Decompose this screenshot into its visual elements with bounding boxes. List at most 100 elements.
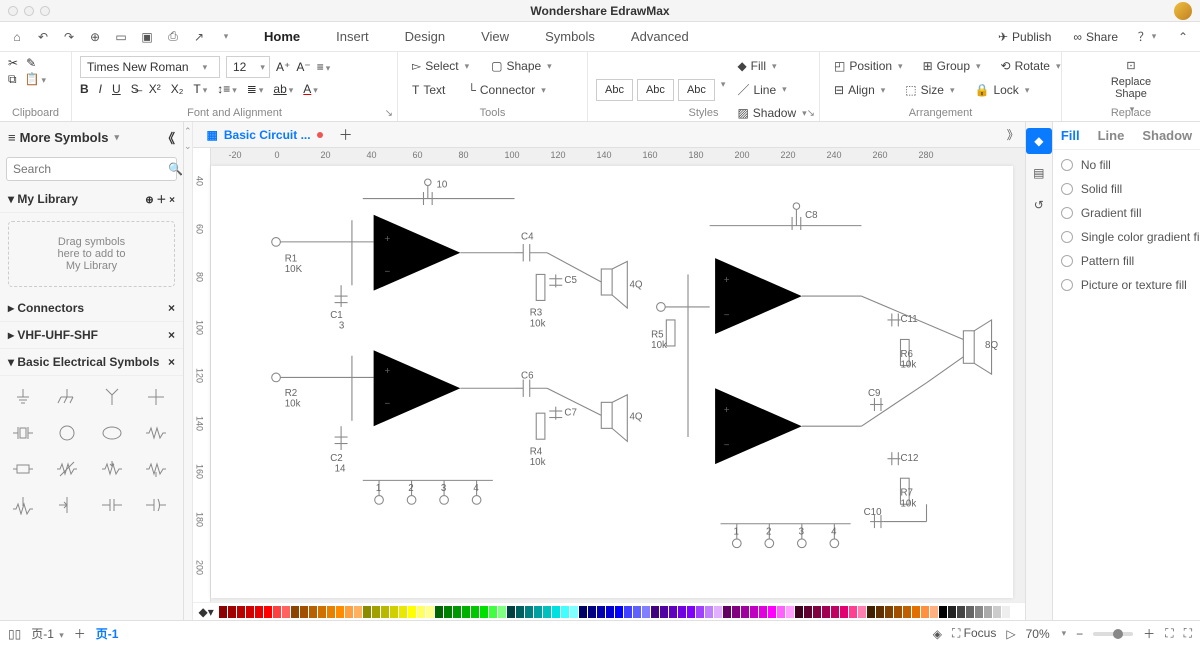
color-swatch[interactable] xyxy=(831,606,839,618)
shape-tool[interactable]: ▢ Shape▾ xyxy=(485,56,558,76)
fill-tool-icon[interactable]: ◆ xyxy=(1026,128,1052,154)
color-swatch[interactable] xyxy=(696,606,704,618)
position-button[interactable]: ◰ Position▾ xyxy=(828,56,909,76)
more-symbols-button[interactable]: More Symbols xyxy=(20,130,109,145)
color-swatch[interactable] xyxy=(489,606,497,618)
color-swatch[interactable] xyxy=(975,606,983,618)
strike-icon[interactable]: S̶ xyxy=(131,82,139,96)
add-page-icon[interactable]: ＋ xyxy=(74,625,86,642)
color-swatch[interactable] xyxy=(516,606,524,618)
color-swatch[interactable] xyxy=(336,606,344,618)
tab-home[interactable]: Home xyxy=(246,22,318,51)
symbol-preset[interactable] xyxy=(6,490,40,520)
color-swatch[interactable] xyxy=(732,606,740,618)
color-swatch[interactable] xyxy=(633,606,641,618)
color-swatch[interactable] xyxy=(741,606,749,618)
symbol-resistor-box[interactable] xyxy=(6,454,40,484)
history-icon[interactable]: ↺ xyxy=(1026,192,1052,218)
home-icon[interactable]: ⌂ xyxy=(4,24,30,50)
color-swatch[interactable] xyxy=(417,606,425,618)
shadow-button[interactable]: ▨ Shadow▾ xyxy=(731,103,812,123)
align-button[interactable]: ⊟ Align▾ xyxy=(828,80,891,100)
help-icon[interactable]: ？▾ xyxy=(1134,24,1160,50)
color-swatch[interactable] xyxy=(570,606,578,618)
color-swatch[interactable] xyxy=(858,606,866,618)
tab-design[interactable]: Design xyxy=(387,22,463,51)
color-swatch[interactable] xyxy=(1002,606,1010,618)
fill-option-pattern[interactable]: Pattern fill xyxy=(1061,254,1200,268)
collapse-ribbon-icon[interactable]: ⌃ xyxy=(1170,24,1196,50)
color-swatch[interactable] xyxy=(759,606,767,618)
color-swatch[interactable] xyxy=(786,606,794,618)
color-swatch[interactable] xyxy=(651,606,659,618)
color-swatch[interactable] xyxy=(822,606,830,618)
color-swatch[interactable] xyxy=(876,606,884,618)
color-swatch[interactable] xyxy=(390,606,398,618)
highlight-icon[interactable]: ab▾ xyxy=(273,82,293,96)
color-swatch[interactable] xyxy=(624,606,632,618)
symbol-search[interactable]: 🔍 xyxy=(6,157,177,181)
color-swatch[interactable] xyxy=(246,606,254,618)
fill-option-single-gradient[interactable]: Single color gradient fill xyxy=(1061,230,1200,244)
symbol-node[interactable] xyxy=(139,382,173,412)
italic-icon[interactable]: I xyxy=(99,82,102,96)
line-button[interactable]: ／ Line▾ xyxy=(731,78,812,101)
library-dropzone[interactable]: Drag symbols here to add to My Library xyxy=(8,221,175,287)
color-swatch[interactable] xyxy=(219,606,227,618)
color-picker-icon[interactable]: ◆▾ xyxy=(199,605,214,619)
color-swatch[interactable] xyxy=(507,606,515,618)
color-swatch[interactable] xyxy=(498,606,506,618)
search-input[interactable] xyxy=(13,162,168,176)
color-swatch[interactable] xyxy=(894,606,902,618)
color-swatch[interactable] xyxy=(408,606,416,618)
color-swatch[interactable] xyxy=(561,606,569,618)
color-swatch[interactable] xyxy=(345,606,353,618)
zoom-in-icon[interactable]: ＋ xyxy=(1143,625,1155,642)
underline-icon[interactable]: U xyxy=(112,82,121,96)
basic-electrical-section[interactable]: ▾ Basic Electrical Symbols× xyxy=(0,349,183,376)
color-swatch[interactable] xyxy=(354,606,362,618)
tab-overflow-icon[interactable]: 》 xyxy=(1007,126,1019,143)
fill-button[interactable]: ◆ Fill▾ xyxy=(731,56,812,76)
color-swatch[interactable] xyxy=(867,606,875,618)
rotate-button[interactable]: ⟲ Rotate▾ xyxy=(995,56,1067,76)
page-selector[interactable]: 页-1 ▾ xyxy=(31,625,64,642)
color-swatch[interactable] xyxy=(885,606,893,618)
symbol-crystal[interactable] xyxy=(6,418,40,448)
color-swatch[interactable] xyxy=(642,606,650,618)
superscript-icon[interactable]: X² xyxy=(149,82,161,96)
color-swatch[interactable] xyxy=(426,606,434,618)
color-swatch[interactable] xyxy=(597,606,605,618)
connector-tool[interactable]: └ Connector▾ xyxy=(461,80,551,100)
new-icon[interactable]: ⊕ xyxy=(82,24,108,50)
color-swatch[interactable] xyxy=(813,606,821,618)
more-icon[interactable]: ▾ xyxy=(212,24,238,50)
fill-option-texture[interactable]: Picture or texture fill xyxy=(1061,278,1200,292)
color-swatch[interactable] xyxy=(840,606,848,618)
color-swatch[interactable] xyxy=(768,606,776,618)
new-doc-tab[interactable]: ＋ xyxy=(339,125,353,145)
color-swatch[interactable] xyxy=(237,606,245,618)
color-swatch[interactable] xyxy=(399,606,407,618)
bold-icon[interactable]: B xyxy=(80,82,89,96)
color-swatch[interactable] xyxy=(939,606,947,618)
color-swatch[interactable] xyxy=(1011,606,1019,618)
share-button[interactable]: ∞ Share xyxy=(1067,27,1124,47)
styles-dialog-icon[interactable]: ↘ xyxy=(807,108,815,119)
color-swatch[interactable] xyxy=(966,606,974,618)
color-swatch[interactable] xyxy=(372,606,380,618)
style-preset-1[interactable]: Abc xyxy=(596,79,633,101)
color-swatch[interactable] xyxy=(480,606,488,618)
symbol-resistor-zigzag[interactable] xyxy=(139,418,173,448)
style-preset-3[interactable]: Abc xyxy=(678,79,715,101)
color-swatch[interactable] xyxy=(318,606,326,618)
color-swatch[interactable] xyxy=(921,606,929,618)
symbol-polarized-cap[interactable] xyxy=(139,490,173,520)
list-icon[interactable]: ≣▾ xyxy=(247,82,264,96)
color-swatch[interactable] xyxy=(993,606,1001,618)
color-swatch[interactable] xyxy=(444,606,452,618)
undo-icon[interactable]: ↶ xyxy=(30,24,56,50)
style-preset-2[interactable]: Abc xyxy=(637,79,674,101)
zoom-level[interactable]: 70% xyxy=(1026,627,1050,641)
connectors-section[interactable]: ▸ Connectors× xyxy=(0,295,183,322)
